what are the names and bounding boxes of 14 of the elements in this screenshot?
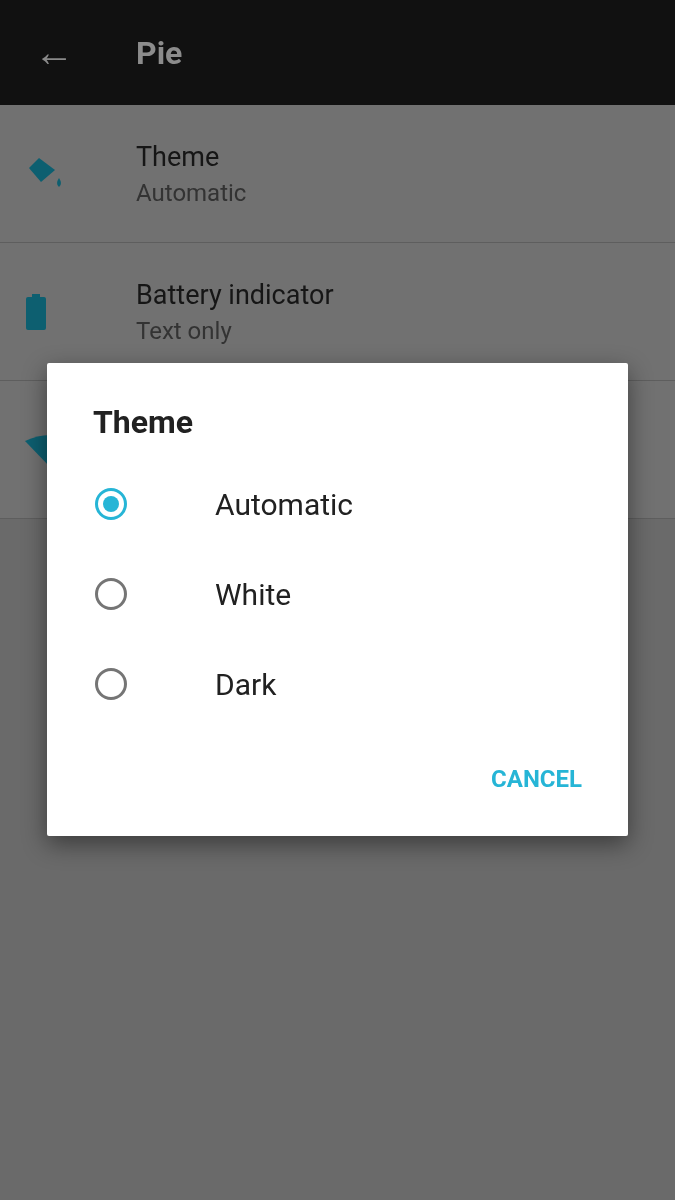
setting-summary: Text only xyxy=(136,316,233,345)
app-bar-title: Pie xyxy=(136,33,183,72)
dialog-title: Theme xyxy=(92,403,194,441)
radio-button[interactable] xyxy=(95,668,127,700)
battery-icon xyxy=(25,293,47,330)
radio-button[interactable] xyxy=(95,488,127,520)
option-label[interactable]: White xyxy=(215,576,292,612)
setting-title: Battery indicator xyxy=(136,278,334,311)
setting-summary: Automatic xyxy=(136,178,247,207)
setting-title: Theme xyxy=(136,140,221,173)
radio-button[interactable] xyxy=(95,578,127,610)
option-label[interactable]: Automatic xyxy=(215,486,354,522)
option-label[interactable]: Dark xyxy=(215,666,277,702)
back-arrow-icon[interactable]: ← xyxy=(0,32,136,73)
